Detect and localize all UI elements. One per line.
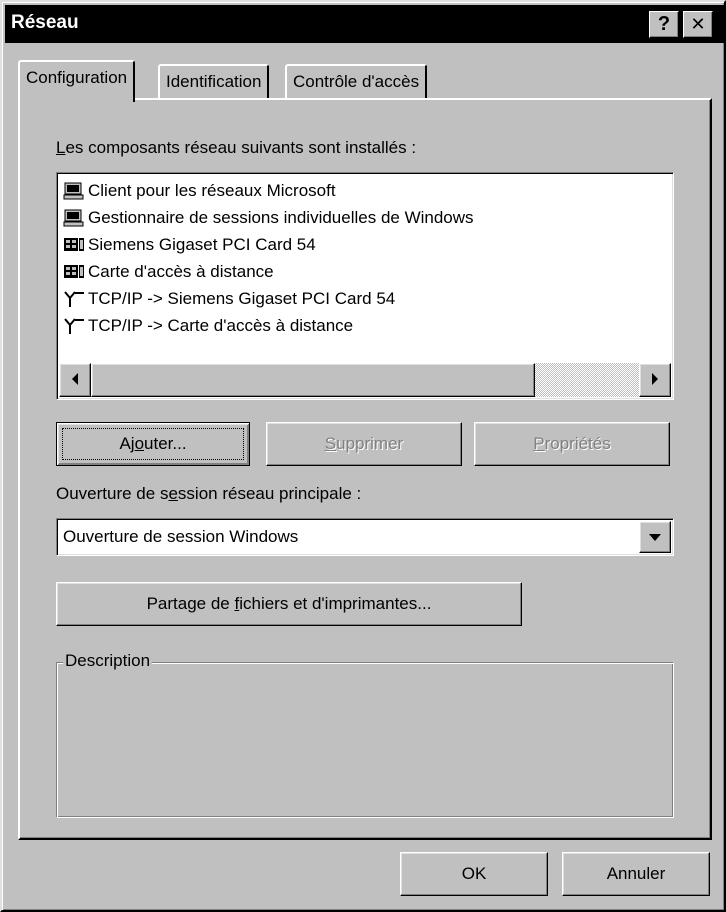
dropdown-button[interactable] (639, 521, 671, 553)
tab-configuration[interactable]: Configuration (18, 60, 136, 102)
network-dialog: Réseau ? ✕ Configuration Identification … (0, 0, 726, 912)
list-item[interactable]: TCP/IP -> Siemens Gigaset PCI Card 54 (63, 285, 395, 312)
ok-button[interactable]: OK (400, 852, 548, 896)
list-item-label: Siemens Gigaset PCI Card 54 (88, 234, 316, 254)
chevron-down-icon (649, 534, 661, 541)
list-item[interactable]: Gestionnaire de sessions individuelles d… (63, 204, 474, 231)
description-groupbox: Description (56, 651, 674, 818)
tab-access-control[interactable]: Contrôle d'accès (285, 64, 428, 100)
list-item[interactable]: Carte d'accès à distance (63, 258, 274, 285)
list-item-label: Gestionnaire de sessions individuelles d… (88, 207, 474, 227)
logon-label-a: Ouverture de s (56, 484, 169, 503)
arrow-right-icon (652, 373, 658, 385)
sharing-label-b: ichiers et d'imprimantes... (239, 594, 432, 613)
help-button[interactable]: ? (649, 11, 679, 38)
close-icon: ✕ (690, 14, 706, 34)
remove-button[interactable]: Supprimer (266, 422, 462, 466)
tab-identification[interactable]: Identification (158, 64, 270, 100)
logon-label: Ouverture de session réseau principale : (56, 484, 361, 504)
focus-rect (62, 428, 244, 460)
scroll-right-button[interactable] (639, 363, 671, 397)
protocol-icon (63, 289, 85, 309)
logon-select[interactable]: Ouverture de session Windows (56, 518, 674, 556)
cancel-button[interactable]: Annuler (562, 852, 710, 896)
network-client-icon (63, 208, 85, 228)
components-label-text: es composants réseau suivants sont insta… (65, 138, 417, 157)
components-list[interactable]: Client pour les réseaux Microsoft Gestio… (56, 172, 674, 400)
remove-label-accel: S (324, 434, 337, 453)
arrow-left-icon (72, 373, 78, 385)
list-item-label: TCP/IP -> Carte d'accès à distance (88, 315, 354, 335)
horizontal-scrollbar[interactable] (59, 363, 671, 397)
list-item[interactable]: Client pour les réseaux Microsoft (63, 177, 336, 204)
network-adapter-icon (63, 262, 85, 282)
add-button[interactable]: Ajouter... (56, 422, 250, 466)
properties-button[interactable]: Propriétés (474, 422, 670, 466)
list-item-label: Client pour les réseaux Microsoft (88, 180, 336, 200)
logon-label-b: ssion réseau principale : (177, 484, 362, 503)
protocol-icon (63, 316, 85, 336)
help-icon: ? (657, 13, 671, 35)
network-client-icon (63, 181, 85, 201)
components-label: Les composants réseau suivants sont inst… (56, 138, 416, 158)
remove-label: upprimer (336, 434, 404, 453)
logon-label-accel: e (168, 484, 178, 503)
tab-label: Configuration (26, 68, 128, 87)
title-bar[interactable]: Réseau ? ✕ (5, 5, 725, 43)
close-button[interactable]: ✕ (683, 11, 713, 38)
tab-label: Contrôle d'accès (293, 72, 420, 91)
scroll-left-button[interactable] (59, 363, 91, 397)
ok-label: OK (461, 864, 487, 883)
file-printer-sharing-button[interactable]: Partage de fichiers et d'imprimantes... (56, 582, 522, 626)
logon-select-value: Ouverture de session Windows (63, 527, 299, 546)
network-adapter-icon (63, 235, 85, 255)
list-item-label: TCP/IP -> Siemens Gigaset PCI Card 54 (88, 288, 396, 308)
window-title: Réseau (11, 12, 79, 33)
description-label: Description (63, 651, 153, 671)
cancel-label: Annuler (606, 864, 666, 883)
properties-label-accel: P (533, 434, 545, 453)
sharing-label-a: Partage de (146, 594, 235, 613)
list-item[interactable]: TCP/IP -> Carte d'accès à distance (63, 312, 353, 339)
properties-label: ropriétés (544, 434, 611, 453)
scrollbar-thumb[interactable] (91, 363, 535, 397)
list-item-label: Carte d'accès à distance (88, 261, 274, 281)
list-item[interactable]: Siemens Gigaset PCI Card 54 (63, 231, 316, 258)
tab-label: Identification (166, 72, 262, 91)
